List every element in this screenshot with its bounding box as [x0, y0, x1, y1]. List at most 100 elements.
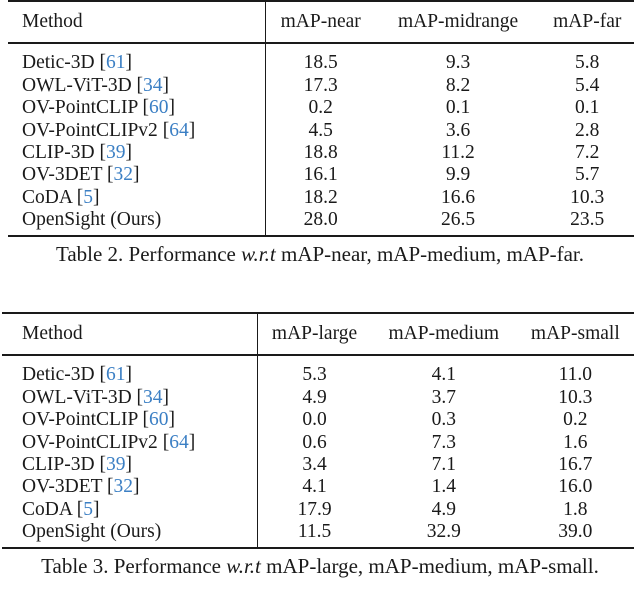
- column-header-method: Method: [2, 313, 259, 356]
- method-cell: CLIP-3D [39]: [2, 453, 259, 476]
- value-cell: 0.0: [302, 409, 327, 431]
- method-cell: OWL-ViT-3D [34]: [8, 74, 266, 97]
- value-cell: 0.3: [431, 409, 456, 431]
- method-name: OpenSight (Ours): [22, 521, 162, 543]
- method-cell: CoDA [5]: [2, 498, 259, 521]
- value-cell: 3.4: [302, 454, 327, 476]
- value-cell: 3.6: [445, 119, 471, 141]
- method-cell: Detic-3D [61]: [2, 355, 259, 387]
- method-name: OV-PointCLIPv2: [22, 119, 158, 141]
- citation-link[interactable]: 34: [143, 75, 163, 96]
- table-row: OV-PointCLIP [60] 0.0 0.3 0.2: [2, 408, 634, 432]
- method-cell: Detic-3D [61]: [8, 43, 266, 75]
- value-cell: 1.6: [563, 431, 588, 453]
- value-cell: 16.0: [558, 476, 593, 498]
- value-cell: 11.2: [441, 142, 475, 164]
- method-name: Detic-3D: [22, 52, 95, 74]
- caption-prefix: Table 2. Performance: [55, 242, 242, 267]
- value-cell: 0.1: [575, 97, 600, 119]
- citation-link[interactable]: 5: [83, 499, 93, 520]
- value-cell: 17.3: [303, 74, 338, 96]
- method-name: OV-PointCLIP: [22, 97, 138, 119]
- column-header-map-large: mAP-large: [257, 313, 371, 356]
- table-row: Detic-3D [61] 18.5 9.3 5.8: [8, 43, 634, 75]
- column-header-map-small: mAP-small: [516, 313, 634, 356]
- method-name: Detic-3D: [22, 364, 95, 386]
- method-name: CLIP-3D: [22, 454, 95, 476]
- table-row: OpenSight (Ours) 28.0 26.5 23.5: [8, 208, 634, 237]
- value-cell: 7.3: [431, 431, 456, 453]
- table-3-block: Method mAP-large mAP-medium mAP-small De…: [0, 312, 640, 578]
- column-header-map-far: mAP-far: [540, 1, 634, 44]
- table-row: OV-PointCLIPv2 [64] 0.6 7.3 1.6: [2, 431, 634, 454]
- citation-link[interactable]: 32: [114, 476, 134, 497]
- method-cell: OV-3DET [32]: [2, 475, 259, 499]
- caption-italic: w.r.t: [241, 242, 276, 267]
- table-row: OV-PointCLIPv2 [64] 4.5 3.6 2.8: [8, 119, 634, 142]
- value-cell: 9.3: [445, 52, 471, 74]
- column-header-method: Method: [8, 1, 266, 44]
- value-cell: 18.8: [303, 142, 338, 164]
- method-name: OpenSight (Ours): [22, 209, 162, 231]
- table-header-row: Method mAP-near mAP-midrange mAP-far: [8, 1, 634, 44]
- method-name: OWL-ViT-3D: [22, 386, 132, 408]
- table-row: OWL-ViT-3D [34] 4.9 3.7 10.3: [2, 386, 634, 409]
- value-cell: 7.2: [575, 142, 600, 164]
- value-cell: 0.2: [563, 409, 588, 431]
- column-header-map-midrange: mAP-midrange: [375, 1, 541, 44]
- method-name: OWL-ViT-3D: [22, 74, 132, 96]
- citation-link[interactable]: 64: [169, 432, 189, 453]
- citation-link[interactable]: 60: [149, 409, 169, 430]
- method-cell: OV-PointCLIP [60]: [8, 96, 266, 120]
- value-cell: 18.2: [303, 186, 338, 208]
- value-cell: 4.9: [302, 386, 327, 408]
- value-cell: 3.7: [431, 386, 456, 408]
- method-cell: OWL-ViT-3D [34]: [2, 386, 259, 409]
- value-cell: 11.5: [297, 521, 332, 543]
- column-header-map-medium: mAP-medium: [370, 313, 517, 356]
- citation-link[interactable]: 61: [106, 52, 126, 73]
- table-row: CoDA [5] 17.9 4.9 1.8: [2, 498, 634, 521]
- table-row: OV-3DET [32] 4.1 1.4 16.0: [2, 475, 634, 499]
- table-row: CoDA [5] 18.2 16.6 10.3: [8, 186, 634, 209]
- method-name: OV-3DET: [22, 164, 103, 186]
- caption-italic: w.r.t: [226, 554, 261, 579]
- table-row: CLIP-3D [39] 18.8 11.2 7.2: [8, 141, 634, 164]
- value-cell: 5.7: [575, 164, 600, 186]
- value-cell: 28.0: [303, 209, 338, 231]
- caption-prefix: Table 3. Performance: [41, 554, 227, 579]
- method-name: CoDA: [22, 186, 72, 208]
- citation-link[interactable]: 5: [83, 187, 93, 208]
- table-row: CLIP-3D [39] 3.4 7.1 16.7: [2, 453, 634, 476]
- value-cell: 10.3: [558, 386, 593, 408]
- value-cell: 9.9: [445, 164, 471, 186]
- citation-link[interactable]: 64: [169, 120, 189, 141]
- method-cell: OpenSight (Ours): [8, 208, 266, 237]
- citation-link[interactable]: 60: [149, 97, 169, 118]
- citation-link[interactable]: 34: [143, 387, 163, 408]
- value-cell: 4.1: [431, 364, 456, 386]
- method-cell: OpenSight (Ours): [2, 520, 259, 549]
- method-cell: OV-PointCLIPv2 [64]: [2, 431, 259, 454]
- caption-suffix: mAP-near, mAP-medium, mAP-far.: [275, 242, 585, 267]
- value-cell: 16.1: [303, 164, 338, 186]
- citation-link[interactable]: 61: [106, 364, 126, 385]
- value-cell: 17.9: [297, 498, 332, 520]
- table-row: OpenSight (Ours) 11.5 32.9 39.0: [2, 520, 634, 549]
- value-cell: 7.1: [431, 454, 456, 476]
- table-2: Method mAP-near mAP-midrange mAP-far Det…: [8, 0, 634, 238]
- table-row: OWL-ViT-3D [34] 17.3 8.2 5.4: [8, 74, 634, 97]
- citation-link[interactable]: 32: [114, 164, 134, 185]
- value-cell: 0.6: [302, 431, 327, 453]
- value-cell: 0.2: [308, 97, 333, 119]
- value-cell: 26.5: [441, 209, 476, 231]
- method-cell: OV-PointCLIP [60]: [2, 408, 259, 432]
- caption-suffix: mAP-large, mAP-medium, mAP-small.: [260, 554, 599, 579]
- method-name: OV-PointCLIP: [22, 409, 138, 431]
- method-name: OV-3DET: [22, 476, 103, 498]
- value-cell: 8.2: [445, 74, 471, 96]
- method-name: OV-PointCLIPv2: [22, 431, 158, 453]
- citation-link[interactable]: 39: [106, 454, 126, 475]
- value-cell: 1.8: [563, 498, 588, 520]
- citation-link[interactable]: 39: [106, 142, 126, 163]
